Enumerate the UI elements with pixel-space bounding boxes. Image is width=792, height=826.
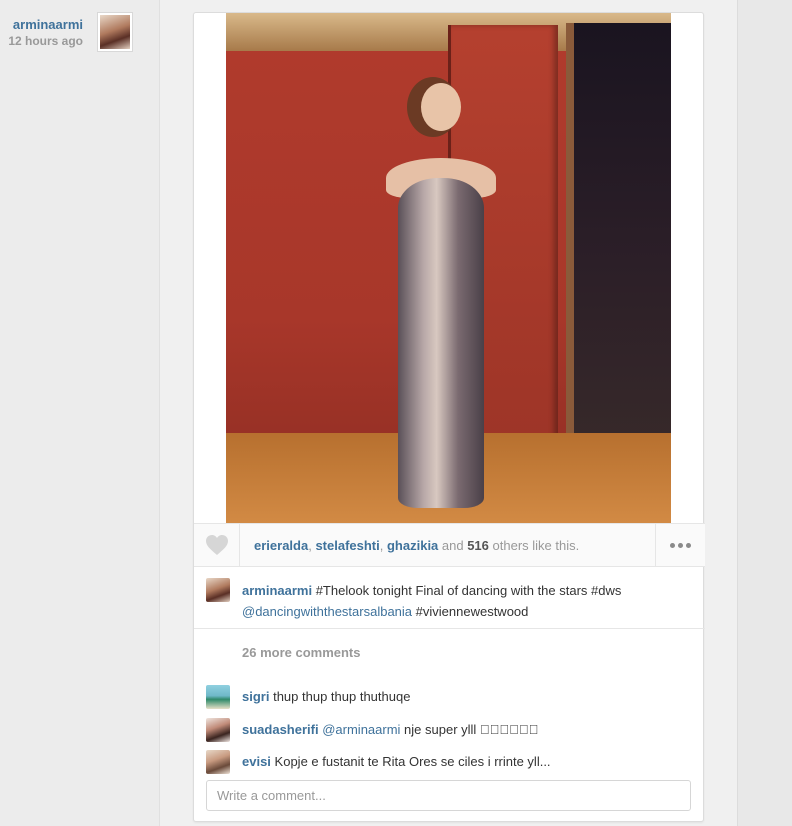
post-author: arminaarmi 12 hours ago xyxy=(8,17,83,49)
avatar[interactable] xyxy=(206,750,230,774)
caption-username-link[interactable]: arminaarmi xyxy=(242,583,312,598)
left-column xyxy=(0,0,160,826)
comment-item: evisi Kopje e fustanit te Rita Ores se c… xyxy=(194,750,705,776)
comment-item: suadasherifi @arminaarmi nje super ylll … xyxy=(194,718,705,744)
comment-username-link[interactable]: evisi xyxy=(242,754,271,769)
comment-text: thup thup thup thuthuqe xyxy=(273,689,411,704)
post-caption: arminaarmi #Thelook tonight Final of dan… xyxy=(194,567,705,629)
like-button[interactable] xyxy=(194,524,240,566)
comment-username-link[interactable]: suadasherifi xyxy=(242,722,319,737)
likes-summary: erieralda, stelafeshti, ghazikia and 516… xyxy=(254,538,580,553)
right-column xyxy=(737,0,792,826)
liker-link[interactable]: ghazikia xyxy=(387,538,438,553)
divider xyxy=(159,0,160,826)
post-photo[interactable] xyxy=(226,13,671,523)
mention-link[interactable]: @arminaarmi xyxy=(322,722,400,737)
comment-item: sigri thup thup thup thuthuqe xyxy=(194,685,705,711)
author-username-link[interactable]: arminaarmi xyxy=(8,17,83,33)
post-card: erieralda, stelafeshti, ghazikia and 516… xyxy=(193,12,705,822)
liker-link[interactable]: erieralda xyxy=(254,538,308,553)
comment-input[interactable] xyxy=(206,780,691,811)
comment-text: Kopje e fustanit te Rita Ores se ciles i… xyxy=(274,754,551,769)
avatar[interactable] xyxy=(206,718,230,742)
more-options-button[interactable] xyxy=(655,524,705,566)
avatar-image xyxy=(100,15,130,49)
heart-icon xyxy=(205,535,228,555)
caption-text: arminaarmi #Thelook tonight Final of dan… xyxy=(242,583,622,619)
likes-count[interactable]: 516 xyxy=(467,538,489,553)
liker-link[interactable]: stelafeshti xyxy=(315,538,379,553)
comment-username-link[interactable]: sigri xyxy=(242,689,269,704)
author-avatar[interactable] xyxy=(97,12,133,52)
comment-text: nje super ylll 󾬏󾬏󾬏󾬏󾬏󾬐 xyxy=(400,722,539,737)
likes-bar: erieralda, stelafeshti, ghazikia and 516… xyxy=(194,523,705,567)
more-options-icon xyxy=(670,542,675,548)
mention-link[interactable]: @dancingwiththestarsalbania xyxy=(242,604,412,619)
avatar[interactable] xyxy=(206,685,230,709)
more-comments-link[interactable]: 26 more comments xyxy=(242,645,361,660)
avatar[interactable] xyxy=(206,578,230,602)
post-timestamp[interactable]: 12 hours ago xyxy=(8,33,83,49)
